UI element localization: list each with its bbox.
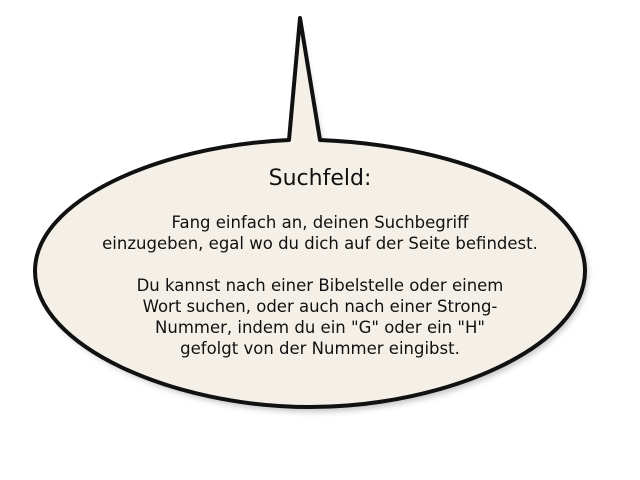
tooltip-text-line: Wort suchen, oder auch nach einer Strong… — [142, 297, 498, 316]
tooltip-paragraph-1: Fang einfach an, deinen Suchbegriff einz… — [70, 212, 570, 254]
tooltip-text-line: einzugeben, egal wo du dich auf der Seit… — [102, 234, 538, 253]
tooltip-text-line: Fang einfach an, deinen Suchbegriff — [171, 213, 469, 232]
tooltip-title: Suchfeld: — [268, 166, 372, 191]
tooltip-text-line: Nummer, indem du ein "G" oder ein "H" — [155, 318, 485, 337]
tooltip-text-line: Du kannst nach einer Bibelstelle oder ei… — [136, 276, 504, 295]
tooltip-paragraph-2: Du kannst nach einer Bibelstelle oder ei… — [70, 275, 570, 359]
help-tooltip: Suchfeld: Fang einfach an, deinen Suchbe… — [0, 0, 640, 480]
tooltip-content: Suchfeld: Fang einfach an, deinen Suchbe… — [70, 162, 570, 359]
tooltip-text-line: gefolgt von der Nummer eingibst. — [180, 339, 460, 358]
